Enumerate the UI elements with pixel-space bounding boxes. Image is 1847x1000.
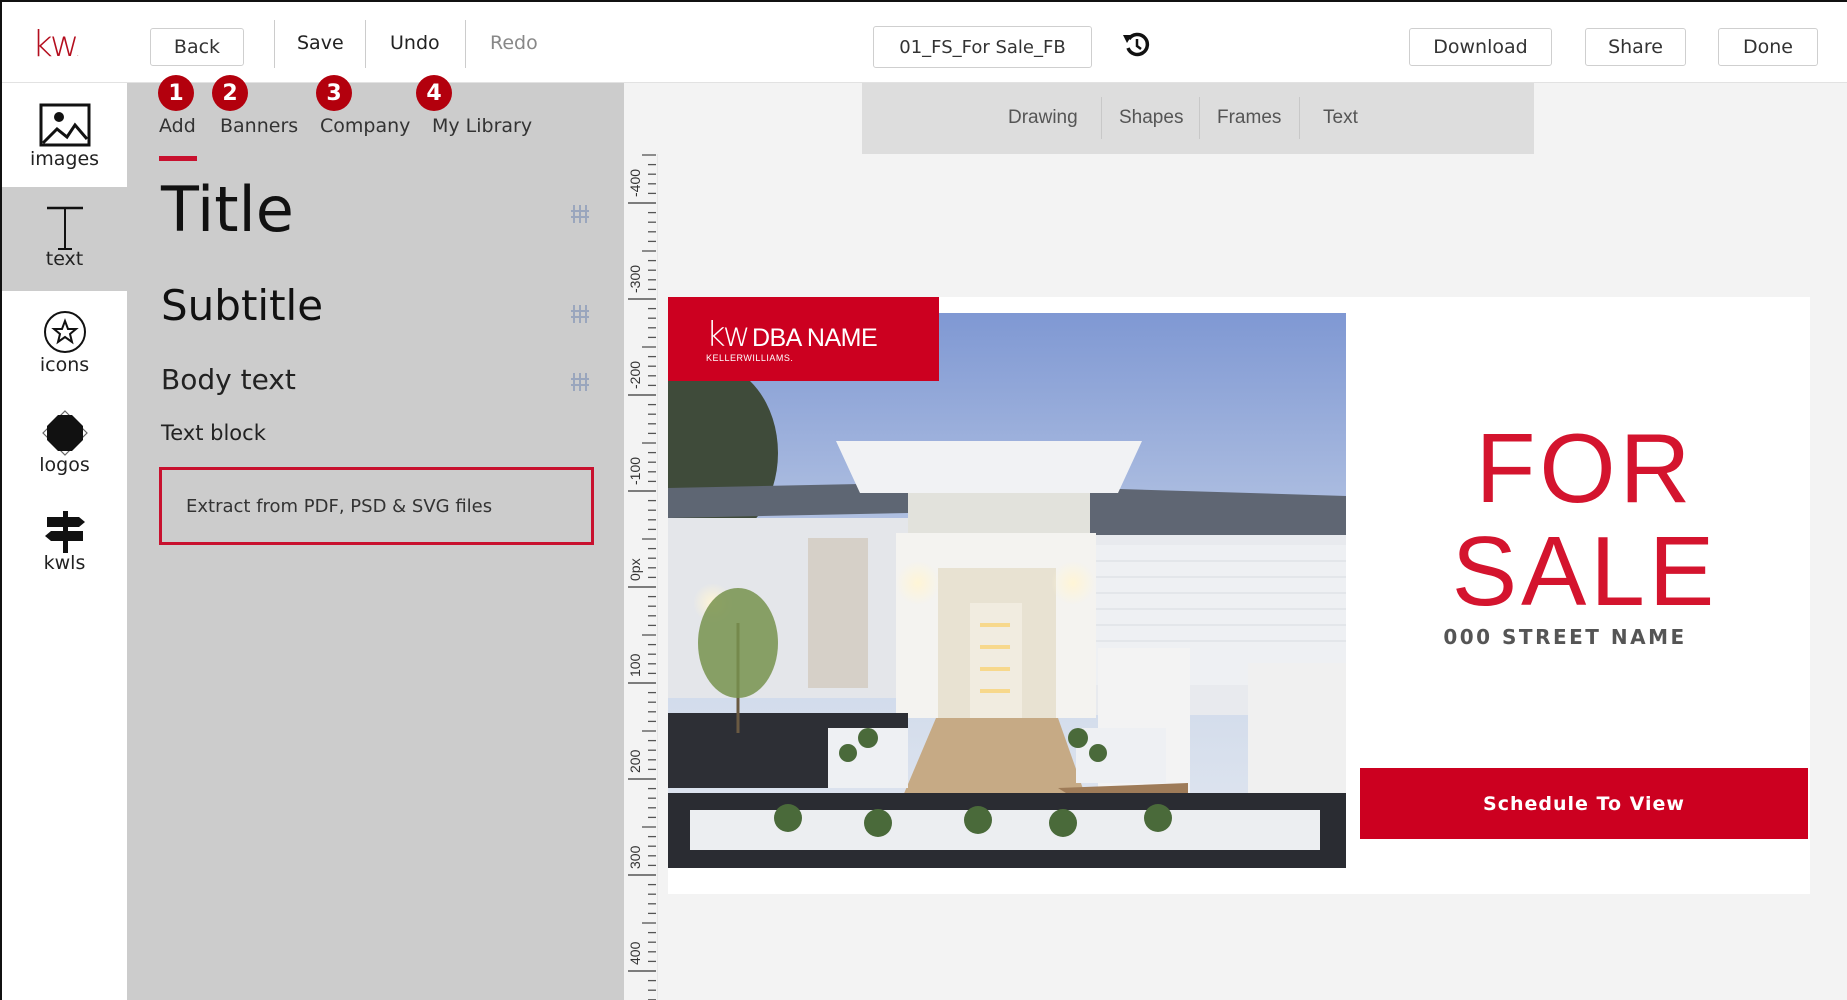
divider [1101,97,1102,139]
flyer-artboard[interactable]: kw DBA NAME KELLERWILLIAMS. FOR SALE 000… [668,297,1810,894]
headline[interactable]: FOR SALE [1360,417,1810,623]
left-nav: images text icons logos kwls [2,83,127,1000]
extract-files-button[interactable]: Extract from PDF, PSD & SVG files [159,467,594,545]
star-circle-icon [43,311,86,353]
tab-banners[interactable]: 2 Banners [212,75,299,137]
filename-field[interactable]: 01_FS_For Sale_FB [873,26,1092,68]
callout-marker: 1 [158,75,194,111]
save-button[interactable]: Save [297,32,344,54]
ruler-label: 300 [627,845,643,869]
nav-label: images [29,148,100,170]
adjust-icon[interactable] [569,303,591,325]
redo-button[interactable]: Redo [490,32,538,54]
vertical-ruler[interactable]: -400 -300 -200 -100 0px 100 200 300 400 [624,154,658,1000]
house-illustration [668,313,1346,868]
history-icon[interactable] [1120,28,1154,62]
ruler-ticks: -400 -300 -200 -100 0px 100 200 300 400 [627,154,656,1000]
text-style-subtitle[interactable]: Subtitle [161,281,323,330]
divider [465,20,466,68]
nav-item-logos[interactable]: logos [2,395,127,497]
nav-label: text [45,248,84,270]
tab-label: My Library [432,115,533,137]
nav-label: kwls [43,552,86,574]
kw-logo[interactable]: kw. [32,24,79,65]
signpost-icon [44,511,85,553]
adjust-icon[interactable] [569,371,591,393]
nav-item-kwls[interactable]: kwls [2,497,127,599]
ruler-label: 100 [627,653,643,677]
image-icon [39,103,90,147]
headline-line-1: FOR [1475,413,1695,523]
divider [1199,97,1200,139]
nav-label: icons [39,354,90,376]
top-toolbar: kw. Back Save Undo Redo 01_FS_For Sale_F… [2,2,1847,83]
nav-item-text[interactable]: text [2,187,127,291]
nav-label: logos [39,454,90,476]
adjust-icon[interactable] [569,203,591,225]
subtool-drawing[interactable]: Drawing [1008,107,1078,129]
subtool-text[interactable]: Text [1323,107,1358,129]
done-button[interactable]: Done [1718,28,1818,66]
ruler-label: 0px [627,558,643,581]
text-panel: 1 Add 2 Banners 3 Company 4 My Library T… [127,75,624,1000]
text-icon [46,206,83,250]
street-address[interactable]: 000 STREET NAME [1360,625,1770,649]
nav-item-icons[interactable]: icons [2,291,127,395]
schedule-to-view-button[interactable]: Schedule To View [1360,768,1808,839]
text-style-block[interactable]: Text block [161,421,266,445]
divider [1299,97,1300,139]
undo-button[interactable]: Undo [390,32,440,54]
tab-my-library[interactable]: 4 My Library [416,75,533,137]
tab-label: Banners [220,115,299,137]
text-style-body[interactable]: Body text [161,363,296,396]
octagon-logo-icon [41,410,88,456]
canvas-subtoolbar: Drawing Shapes Frames Text [862,83,1534,154]
brand-dba-name: DBA NAME [751,324,878,352]
subtool-shapes[interactable]: Shapes [1119,107,1183,129]
share-button[interactable]: Share [1585,28,1686,66]
ruler-label: -300 [627,265,643,293]
ruler-label: 400 [627,941,643,965]
callout-marker: 4 [416,75,452,111]
brand-logo-badge[interactable]: kw DBA NAME KELLERWILLIAMS. [668,297,939,381]
ruler-label: -200 [627,361,643,389]
active-tab-indicator [159,156,197,161]
text-style-title[interactable]: Title [161,173,294,246]
tab-company[interactable]: 3 Company [316,75,411,137]
house-photo[interactable] [668,313,1346,868]
back-button[interactable]: Back [150,28,244,66]
headline-line-2: SALE [1451,516,1719,626]
kw-logo-text: kw [32,24,79,65]
ruler-label: -400 [627,169,643,197]
download-button[interactable]: Download [1409,28,1552,66]
design-canvas[interactable]: Drawing Shapes Frames Text -400 -300 -200-… [624,83,1847,1000]
ruler-label: -100 [627,457,643,485]
tab-label: Company [320,115,411,137]
tab-add[interactable]: 1 Add [158,75,196,137]
tab-label: Add [159,115,196,137]
subtool-frames[interactable]: Frames [1217,107,1281,129]
brand-kw-mark: kw [706,315,750,355]
callout-marker: 3 [316,75,352,111]
divider [365,20,366,68]
ruler-label: 200 [627,749,643,773]
divider [274,20,275,68]
callout-marker: 2 [212,75,248,111]
nav-item-images[interactable]: images [2,83,127,187]
